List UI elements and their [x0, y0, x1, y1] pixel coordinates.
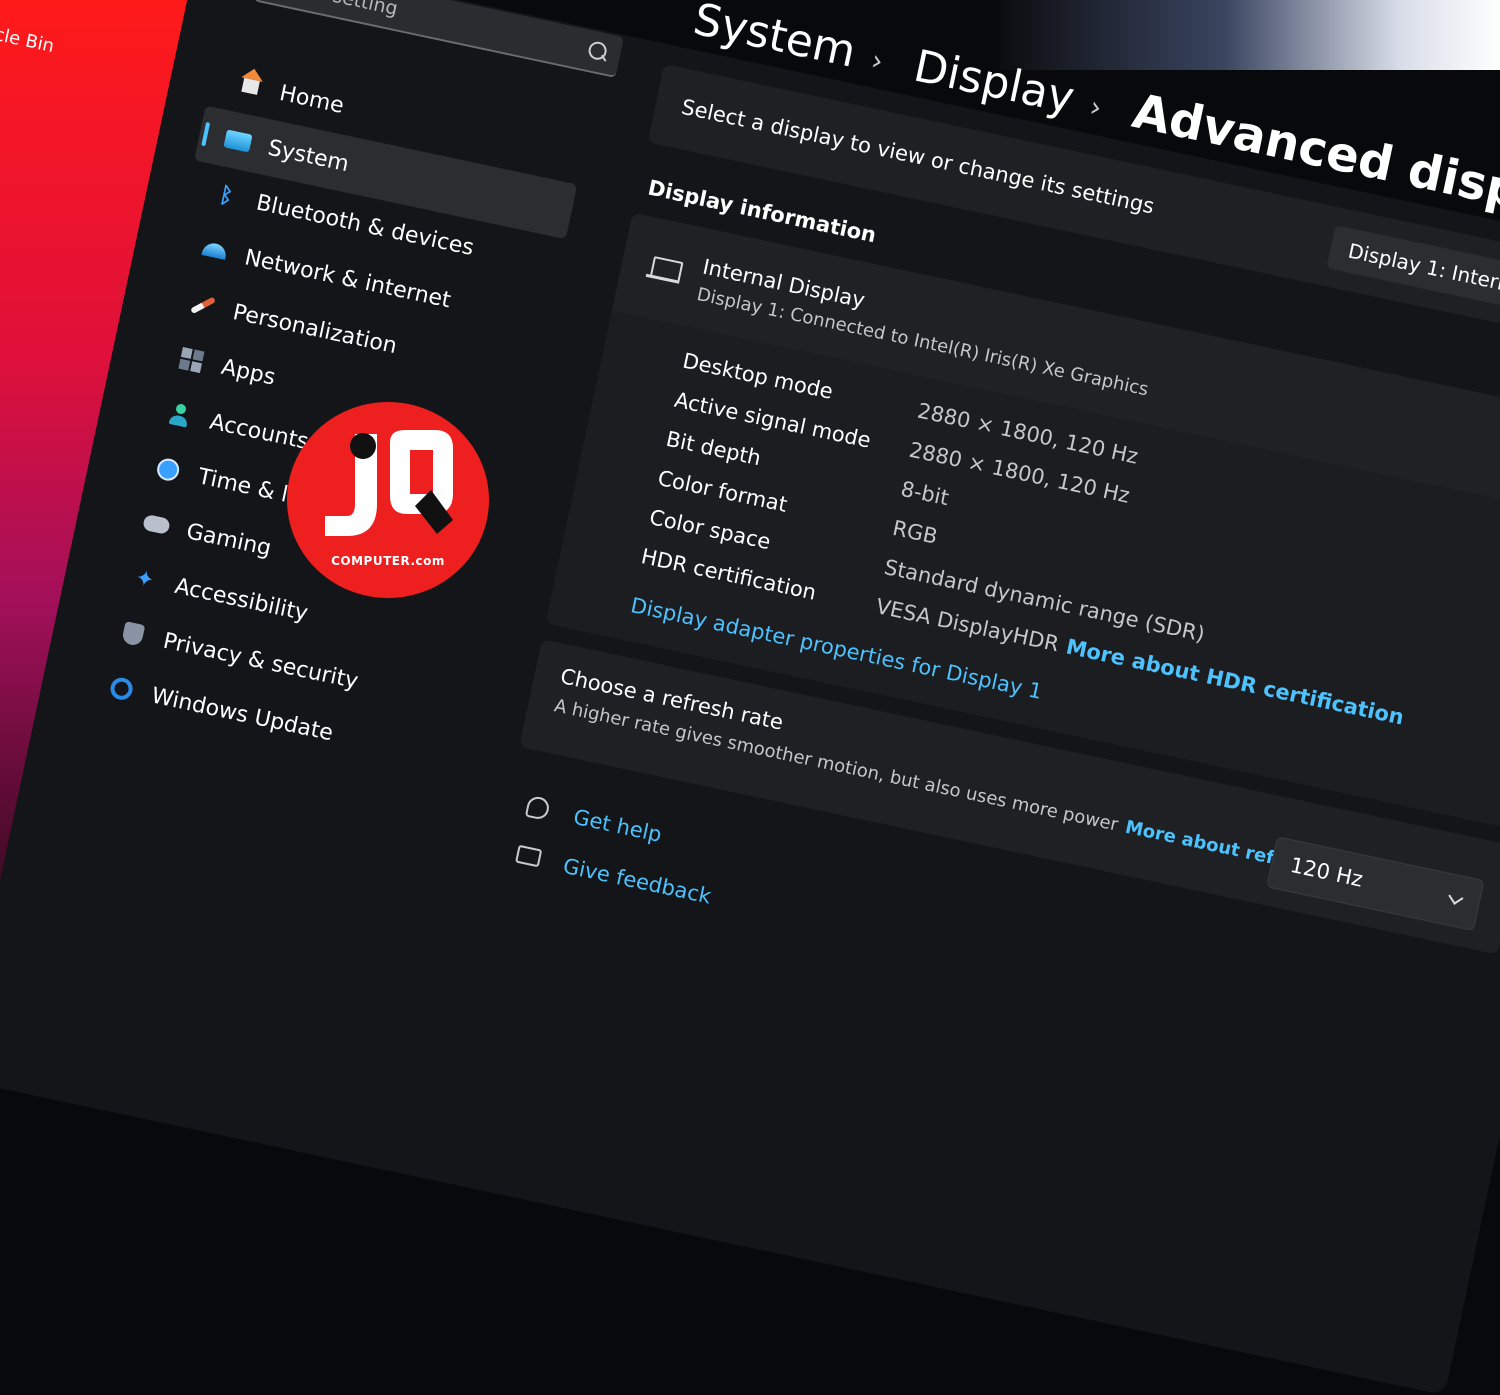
- spec-value: 8-bit: [898, 476, 952, 511]
- accounts-icon: [164, 399, 195, 430]
- watermark-domain: COMPUTER.com: [331, 554, 445, 568]
- laptop-icon: [649, 256, 684, 283]
- sidebar-item-label: Gaming: [184, 518, 274, 561]
- settings-window: Find a setting Home System ᛒ Bluetooth &…: [0, 0, 1500, 1395]
- sidebar-item-label: Apps: [219, 354, 278, 391]
- search-icon[interactable]: [586, 40, 609, 62]
- help-icon: [524, 794, 551, 821]
- feedback-icon: [515, 844, 543, 868]
- apps-icon: [176, 345, 207, 376]
- get-help-label: Get help: [571, 804, 664, 847]
- sidebar-item-label: Accounts: [207, 409, 311, 455]
- chevron-right-icon: ›: [868, 42, 887, 78]
- shield-icon: [118, 619, 149, 650]
- bluetooth-icon: ᛒ: [217, 182, 236, 210]
- spec-value: RGB: [890, 515, 940, 549]
- wifi-icon: [199, 235, 230, 266]
- desktop-wallpaper-top: [1000, 0, 1500, 70]
- chevron-down-icon: [1448, 889, 1464, 905]
- refresh-rate-value: 120 Hz: [1288, 852, 1366, 892]
- chevron-right-icon: ›: [1087, 89, 1105, 124]
- accessibility-icon: ✦: [133, 565, 157, 594]
- home-icon: [234, 71, 265, 102]
- watermark-logo: COMPUTER.com: [287, 402, 489, 598]
- sidebar-item-label: System: [265, 135, 352, 177]
- gamepad-icon: [141, 509, 172, 540]
- sidebar-item-label: Home: [277, 80, 347, 119]
- jq-logo-icon: [325, 430, 453, 536]
- clock-icon: [153, 454, 184, 485]
- system-icon: [223, 126, 254, 157]
- update-icon: [106, 673, 137, 704]
- brush-icon: [188, 290, 219, 321]
